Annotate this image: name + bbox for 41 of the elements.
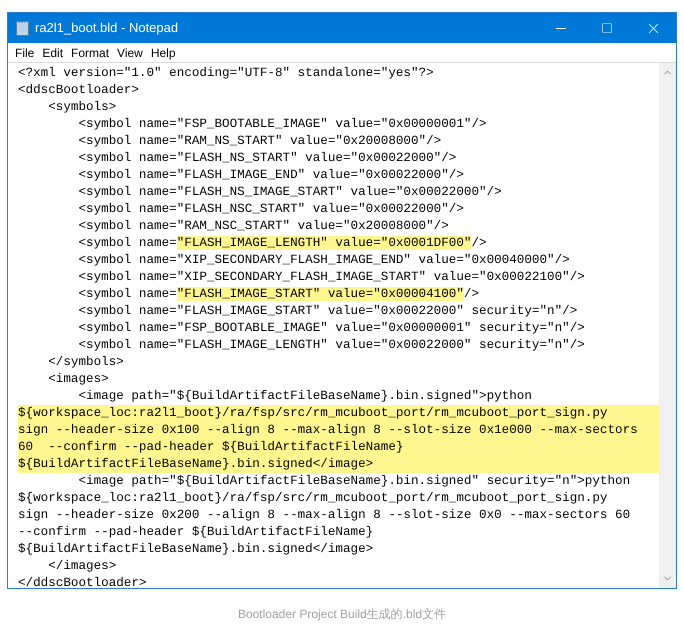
code-line: <symbol name="FLASH_NS_IMAGE_START" value="0x00022000"/> [77, 184, 503, 201]
menu-item[interactable]: Help [150, 44, 176, 62]
code-text: <symbol name= [77, 287, 177, 301]
scroll-bar[interactable] [659, 63, 676, 588]
code-text: <symbol name= [77, 236, 177, 250]
code-line: <symbol name="FLASH_IMAGE_LENGTH" value="0x00022000" security="n"/> [77, 337, 586, 354]
menu-item[interactable]: View [117, 44, 143, 62]
code-line: <ddscBootloader> [18, 82, 140, 99]
code-line: </symbols> [47, 354, 125, 371]
notepad-icon [16, 20, 29, 36]
maximize-icon [601, 22, 613, 34]
code-line: <symbol name="RAM_NSC_START" value="0x20008000"/> [77, 218, 450, 235]
code-text: /> [464, 287, 480, 301]
code-line: <symbol name="XIP_SECONDARY_FLASH_IMAGE_START" value="0x00022100"/> [77, 269, 586, 286]
code-line: </ddscBootloader> [18, 575, 148, 588]
highlighted-code: "FLASH_IMAGE_LENGTH" value="0x0001DF00" [176, 236, 472, 250]
code-line: <symbol name="XIP_SECONDARY_FLASH_IMAGE_END" value="0x00040000"/> [77, 252, 571, 269]
code-line: <symbol name="FLASH_IMAGE_START" value="0x00022000" security="n"/> [77, 303, 578, 320]
code-line: --confirm --pad-header ${BuildArtifactFileName} [18, 524, 374, 541]
code-line: <images> [47, 371, 110, 388]
code-line: <symbol name="FSP_BOOTABLE_IMAGE" value="0x00000001" security="n"/> [77, 320, 586, 337]
menu-item[interactable]: Edit [42, 44, 64, 62]
code-line: <symbol name="FLASH_NS_START" value="0x00022000"/> [77, 150, 458, 167]
figure-caption: Bootloader Project Build生成的.bld文件 [238, 606, 446, 623]
highlighted-code: "FLASH_IMAGE_START" value="0x00004100" [176, 287, 464, 301]
menu-item[interactable]: Format [71, 44, 110, 62]
code-line: sign --header-size 0x200 --align 8 --max-align 8 --slot-size 0x0 --max-sectors 60 [18, 507, 632, 524]
code-text: /> [471, 236, 487, 250]
code-line: <symbol name="FLASH_IMAGE_END" value="0x00022000"/> [77, 167, 465, 184]
code-line: </images> [47, 558, 118, 575]
code-line: <image path="${BuildArtifactFileBaseName}.bin.signed">python [77, 388, 533, 405]
code-line: <symbol name="RAM_NS_START" value="0x20008000"/> [77, 133, 442, 150]
code-line: ${workspace_loc:ra2l1_boot}/ra/fsp/src/rm_mcuboot_port/rm_mcuboot_port_sign.py [18, 490, 608, 507]
code-line: <symbol name="FLASH_NSC_START" value="0x00022000"/> [77, 201, 465, 218]
menu-item[interactable]: File [15, 44, 34, 62]
code-line: <symbol name="FSP_BOOTABLE_IMAGE" value="0x00000001"/> [77, 116, 488, 133]
code-line: <image path="${BuildArtifactFileBaseName}.bin.signed" security="n">python [77, 473, 632, 490]
code-line: <?xml version="1.0" encoding="UTF-8" standalone="yes"?> [18, 65, 435, 82]
code-line: ${BuildArtifactFileBaseName}.bin.signed</image> [18, 541, 374, 558]
window-title: ra2l1_boot.bld - Notepad [35, 19, 178, 38]
code-line: <symbols> [47, 99, 118, 116]
